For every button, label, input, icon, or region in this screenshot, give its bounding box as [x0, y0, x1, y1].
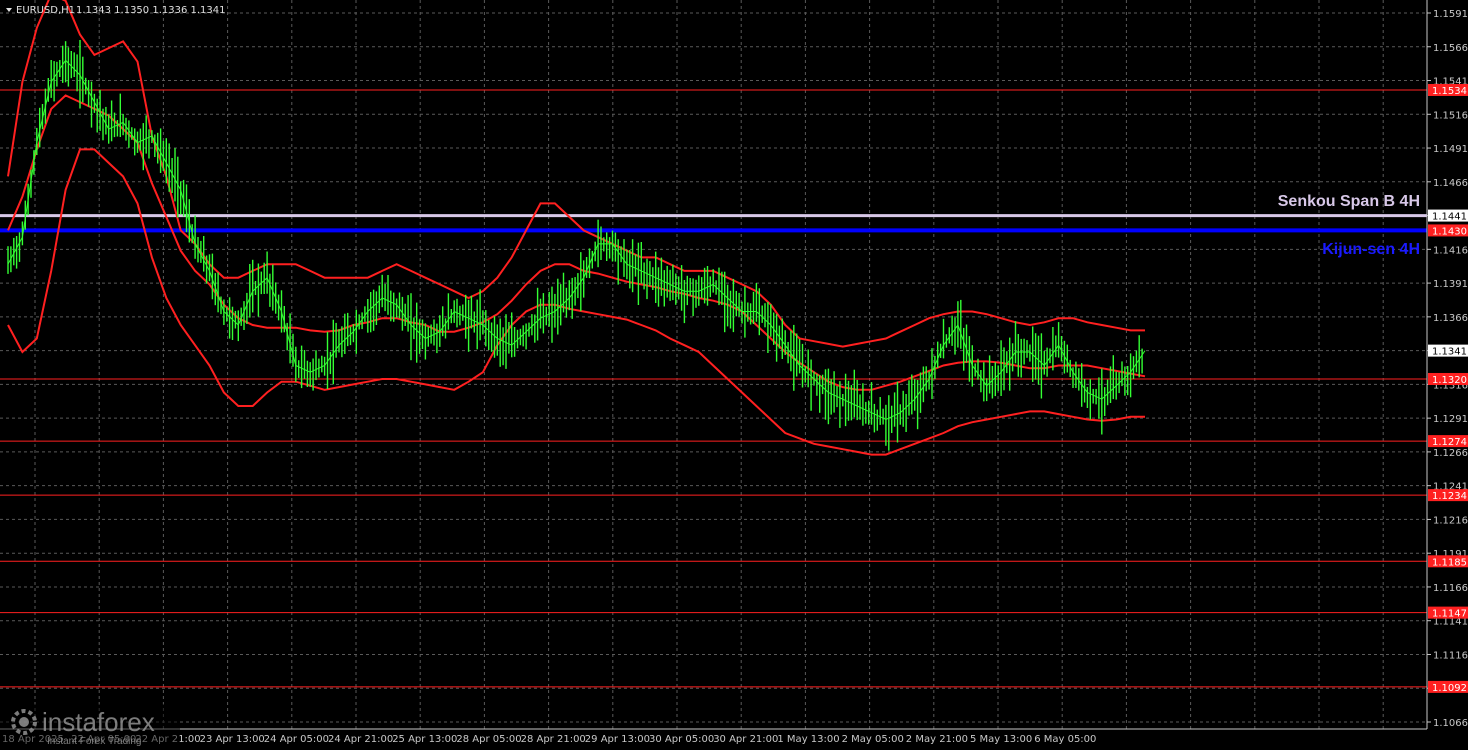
x-tick-label: 2 May 05:00 [842, 734, 904, 745]
y-tick-label: 1.1116 [1433, 650, 1468, 661]
y-tick-label: 1.1216 [1433, 515, 1468, 526]
senkou-tag-label: 1.1441 [1432, 212, 1467, 223]
x-tick-label: 30 Apr 05:00 [649, 734, 714, 745]
x-tick-label: 29 Apr 13:00 [585, 734, 650, 745]
kijun-sen-label: Kijun-sen 4H [1322, 241, 1420, 258]
x-tick-label: 23 Apr 13:00 [200, 734, 265, 745]
y-tick-label: 1.1591 [1433, 9, 1468, 20]
x-tick-label: 6 May 05:00 [1034, 734, 1096, 745]
watermark: instaforex Instant Forex Trading [0, 704, 180, 750]
price-chart: 1.15911.15661.15411.15161.14911.14661.14… [0, 0, 1468, 750]
y-tick-label: 1.1066 [1433, 718, 1468, 729]
watermark-brand: instaforex [42, 707, 155, 737]
level-tag-label: 1.1320 [1432, 375, 1467, 386]
level-tag-label: 1.1147 [1432, 609, 1467, 620]
symbol-label: EURUSD,H1 [16, 5, 75, 16]
y-tick-label: 1.1166 [1433, 583, 1468, 594]
x-tick-label: 1 May 13:00 [777, 734, 839, 745]
x-tick-label: 25 Apr 13:00 [392, 734, 457, 745]
chart-header: EURUSD,H1 1.1343 1.1350 1.1336 1.1341 [6, 5, 226, 16]
current-price-tag-label: 1.1341 [1432, 347, 1467, 358]
watermark-tagline: Instant Forex Trading [47, 736, 142, 747]
kijun-tag-label: 1.1430 [1432, 226, 1467, 237]
x-tick-label: 28 Apr 21:00 [521, 734, 586, 745]
x-tick-label: 28 Apr 05:00 [456, 734, 521, 745]
level-tag-label: 1.1185 [1432, 557, 1467, 568]
x-tick-label: 24 Apr 21:00 [328, 734, 393, 745]
y-tick-label: 1.1566 [1433, 43, 1468, 54]
y-tick-label: 1.1491 [1433, 144, 1468, 155]
level-tag-label: 1.1234 [1432, 491, 1467, 502]
y-tick-label: 1.1516 [1433, 110, 1468, 121]
y-tick-label: 1.1366 [1433, 313, 1468, 324]
level-tag-label: 1.1274 [1432, 437, 1467, 448]
y-tick-label: 1.1291 [1433, 414, 1468, 425]
x-tick-label: 2 May 21:00 [906, 734, 968, 745]
level-tag-label: 1.1092 [1432, 683, 1467, 694]
level-tag-label: 1.1534 [1432, 86, 1467, 97]
y-tick-label: 1.1416 [1433, 245, 1468, 256]
y-tick-label: 1.1466 [1433, 178, 1468, 189]
x-tick-label: 24 Apr 05:00 [264, 734, 329, 745]
senkou-span-b-label: Senkou Span B 4H [1278, 193, 1420, 210]
x-tick-label: 30 Apr 21:00 [713, 734, 778, 745]
x-tick-label: 5 May 13:00 [970, 734, 1032, 745]
chart-background [0, 0, 1468, 750]
y-tick-label: 1.1266 [1433, 448, 1468, 459]
y-tick-label: 1.1391 [1433, 279, 1468, 290]
ohlc-values: 1.1343 1.1350 1.1336 1.1341 [76, 5, 226, 16]
